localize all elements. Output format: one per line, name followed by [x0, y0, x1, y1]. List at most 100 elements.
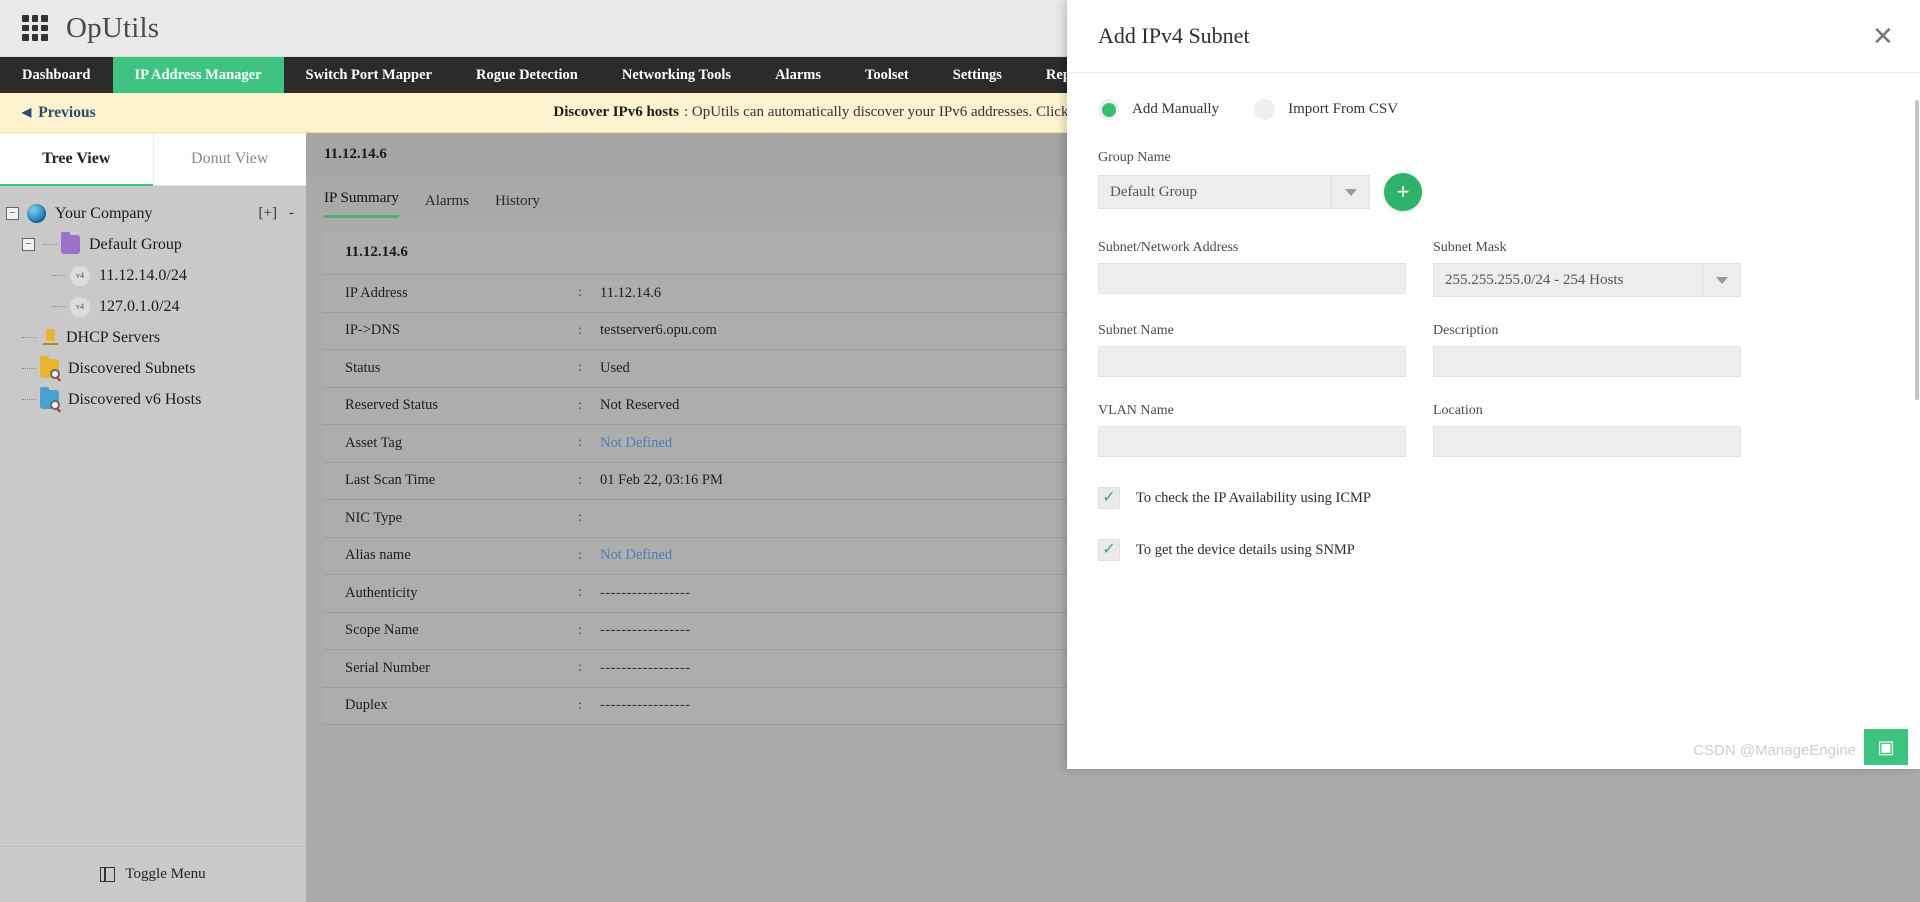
nav-item-networking-tools[interactable]: Networking Tools — [600, 57, 753, 93]
chevron-down-icon[interactable] — [1702, 264, 1740, 296]
row-separator: : — [578, 285, 600, 301]
nav-item-toolset[interactable]: Toolset — [843, 57, 931, 93]
row-label: IP Address — [323, 285, 578, 302]
ipv4-subnet-icon: v4 — [70, 266, 90, 286]
row-value: Not Reserved — [600, 397, 679, 414]
subnet-address-label: Subnet/Network Address — [1098, 240, 1406, 256]
group-name-label: Group Name — [1098, 150, 1880, 166]
tree-node-label: DHCP Servers — [66, 329, 160, 347]
tree-node-label: 127.0.1.0/24 — [99, 298, 179, 316]
ipv4-subnet-icon: v4 — [70, 297, 90, 317]
tree-node-subnet-11-12-14[interactable]: v4 11.12.14.0/24 — [0, 260, 306, 291]
modal-body: Add Manually Import From CSV Group Name … — [1067, 73, 1920, 769]
watermark-logo: ▣ — [1864, 729, 1908, 765]
row-separator: : — [578, 435, 600, 451]
tree-toggle-icon[interactable]: − — [6, 207, 19, 220]
row-value[interactable]: Not Defined — [600, 435, 672, 452]
modal-header: Add IPv4 Subnet ✕ — [1067, 0, 1920, 72]
row-separator: : — [578, 585, 600, 601]
row-label: Duplex — [323, 697, 578, 714]
location-input[interactable] — [1433, 426, 1741, 457]
radio-add-manually[interactable] — [1098, 99, 1119, 120]
tab-alarms[interactable]: Alarms — [425, 193, 469, 218]
tree-node-label: Discovered v6 Hosts — [68, 391, 201, 409]
sidebar-tab-donut-view[interactable]: Donut View — [153, 133, 307, 186]
nav-item-dashboard[interactable]: Dashboard — [0, 57, 113, 93]
banner-headline: Discover IPv6 hosts — [553, 104, 679, 121]
subnet-mask-select[interactable]: 255.255.255.0/24 - 254 Hosts — [1433, 263, 1741, 297]
modal-scrollbar-thumb[interactable] — [1915, 100, 1919, 400]
row-value: ----------------- — [600, 622, 691, 639]
tree-node-discovered-subnets[interactable]: Discovered Subnets — [0, 353, 306, 384]
radio-add-manually-label[interactable]: Add Manually — [1132, 101, 1219, 118]
subnet-form-grid: Subnet/Network Address Subnet Mask 255.2… — [1098, 240, 1880, 457]
row-label: Serial Number — [323, 660, 578, 677]
tree-node-your-company[interactable]: − Your Company [+] - — [0, 198, 306, 229]
group-name-select[interactable]: Default Group — [1098, 175, 1370, 209]
sidebar-view-tabs: Tree View Donut View — [0, 133, 306, 186]
subnet-address-input[interactable] — [1098, 263, 1406, 294]
tab-ip-summary[interactable]: IP Summary — [324, 190, 399, 218]
tree-connector — [52, 275, 66, 276]
icmp-availability-checkbox[interactable] — [1098, 487, 1120, 509]
row-separator: : — [578, 660, 600, 676]
left-sidebar: Tree View Donut View − Your Company [+] … — [0, 133, 306, 902]
row-label: IP->DNS — [323, 322, 578, 339]
row-value: ----------------- — [600, 585, 691, 602]
subnet-mask-label: Subnet Mask — [1433, 240, 1741, 256]
tree-node-dhcp-servers[interactable]: DHCP Servers — [0, 322, 306, 353]
modal-scrollbar-track[interactable] — [1915, 0, 1920, 769]
tree-expand-all-button[interactable]: [+] — [259, 205, 277, 222]
folder-search-yellow-icon — [40, 359, 59, 378]
tree-toggle-icon[interactable]: − — [22, 238, 35, 251]
row-value[interactable]: Not Defined — [600, 547, 672, 564]
tree-node-subnet-127-0-1[interactable]: v4 127.0.1.0/24 — [0, 291, 306, 322]
tree-node-discovered-v6-hosts[interactable]: Discovered v6 Hosts — [0, 384, 306, 415]
row-separator: : — [578, 360, 600, 376]
nav-item-switch-port-mapper[interactable]: Switch Port Mapper — [284, 57, 454, 93]
snmp-device-details-label[interactable]: To get the device details using SNMP — [1136, 542, 1355, 559]
vlan-name-input[interactable] — [1098, 426, 1406, 457]
tree-collapse-all-button[interactable]: - — [289, 205, 294, 222]
tree-node-label: Default Group — [89, 236, 182, 254]
tree-node-label: Your Company — [55, 205, 153, 223]
group-name-row: Default Group + — [1098, 173, 1880, 209]
row-label: Last Scan Time — [323, 472, 578, 489]
add-subnet-panel: Add IPv4 Subnet ✕ Add Manually Import Fr… — [1067, 0, 1920, 769]
banner-previous-button[interactable]: ◀ Previous — [6, 104, 112, 122]
sidebar-tab-tree-view[interactable]: Tree View — [0, 133, 153, 186]
apps-grid-icon[interactable] — [22, 15, 48, 41]
snmp-device-details-checkbox[interactable] — [1098, 539, 1120, 561]
toggle-menu-button[interactable]: Toggle Menu — [0, 846, 306, 902]
nav-item-rogue-detection[interactable]: Rogue Detection — [454, 57, 600, 93]
row-label: Asset Tag — [323, 435, 578, 452]
tree-connector — [22, 337, 36, 338]
tree-node-default-group[interactable]: − Default Group — [0, 229, 306, 260]
radio-import-from-csv[interactable] — [1254, 99, 1275, 120]
banner-previous-label: Previous — [38, 104, 95, 122]
folder-search-blue-icon — [40, 390, 59, 409]
nav-item-alarms[interactable]: Alarms — [753, 57, 843, 93]
watermark-text: CSDN @ManageEngine — [1693, 742, 1856, 759]
group-name-field: Group Name Default Group + — [1098, 150, 1880, 209]
brand-title: OpUtils — [66, 12, 159, 45]
icmp-availability-label[interactable]: To check the IP Availability using ICMP — [1136, 490, 1371, 507]
location-label: Location — [1433, 403, 1741, 419]
tab-history[interactable]: History — [495, 193, 540, 218]
nav-item-settings[interactable]: Settings — [931, 57, 1024, 93]
radio-import-from-csv-label[interactable]: Import From CSV — [1288, 101, 1398, 118]
nav-item-ip-address-manager[interactable]: IP Address Manager — [113, 57, 284, 93]
add-group-button[interactable]: + — [1384, 173, 1422, 211]
subnet-name-input[interactable] — [1098, 346, 1406, 377]
location-field: Location — [1433, 403, 1741, 457]
globe-icon — [27, 204, 46, 223]
close-icon[interactable]: ✕ — [1872, 26, 1896, 50]
row-label: NIC Type — [323, 510, 578, 527]
tree-node-label: 11.12.14.0/24 — [99, 267, 187, 285]
chevron-down-icon[interactable] — [1331, 176, 1369, 208]
snmp-check-row: To get the device details using SNMP — [1098, 539, 1880, 561]
row-separator: : — [578, 398, 600, 414]
row-label: Scope Name — [323, 622, 578, 639]
description-input[interactable] — [1433, 346, 1741, 377]
row-label: Reserved Status — [323, 397, 578, 414]
